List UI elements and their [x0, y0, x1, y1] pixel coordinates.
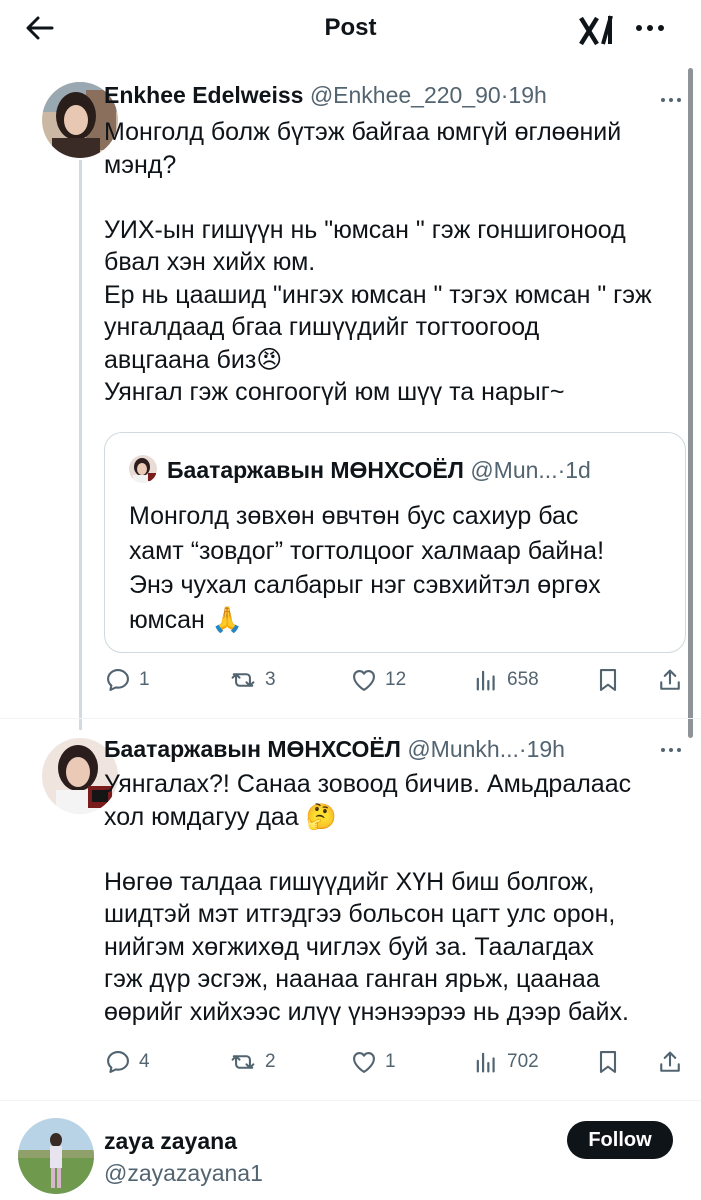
tweet-text: Уянгалах?! Санаа зовоод бичив. Амьдралаа… [104, 768, 688, 1028]
view-count: 702 [507, 1051, 539, 1072]
repost-button[interactable]: 3 [228, 660, 276, 700]
text-line [104, 181, 688, 214]
tweet-actions: 1 3 12 658 [104, 660, 686, 700]
text-line: Монголд болж бүтэж байгаа юмгүй өглөөний [104, 118, 622, 146]
avatar[interactable] [129, 455, 157, 483]
text-line: хол юмдагуу даа 🤔 [104, 802, 337, 831]
heart-icon [353, 1051, 375, 1073]
separator-dot: · [518, 736, 527, 762]
text-line: Уянгал гэж сонгоогүй юм шүү та нарыг~ [104, 378, 565, 406]
repost-count: 2 [265, 1051, 276, 1072]
text-line [104, 833, 688, 866]
text-line: Ер нь цаашид "ингэх юмсан " тэгэх юмсан … [104, 280, 652, 309]
quoted-text: Монголд зөвхөн өвчтөн бус сахиур бас хам… [129, 499, 669, 637]
like-button[interactable]: 1 [350, 1042, 396, 1082]
top-bar: Post [0, 0, 701, 58]
tweet-more-button[interactable] [655, 90, 687, 110]
suggested-user-name[interactable]: zaya zayana [104, 1128, 237, 1155]
text-line: Нөгөө талдаа гишүүдийг ХҮН биш болгож, [104, 867, 595, 896]
reply-icon [107, 669, 129, 691]
analytics-icon [476, 670, 495, 691]
repost-icon [231, 673, 255, 687]
view-count: 658 [507, 669, 539, 690]
more-horizontal-icon [661, 98, 681, 102]
avatar[interactable] [18, 1118, 94, 1194]
text-line: Монголд зөвхөн өвчтөн бус сахиур бас [129, 502, 579, 530]
text-line: мэнд? [104, 150, 177, 179]
views-button[interactable]: 702 [472, 1042, 539, 1082]
text-line: хамт “зовдог” тогтолцоог халмаар байна! [129, 536, 605, 565]
tweet-actions: 4 2 1 702 [104, 1042, 686, 1082]
more-horizontal-icon [661, 748, 681, 752]
author-handle: @Mun... [470, 457, 558, 483]
tweet-time[interactable]: 19h [508, 82, 546, 108]
reply-button[interactable]: 4 [104, 1042, 150, 1082]
bookmark-button[interactable] [594, 1042, 622, 1082]
text-line: шидтэй мэт итгэдгээ больсон цагт улс оро… [104, 900, 616, 928]
text-line: Энэ чухал салбарыг нэг сэвхийтэл өргөх [129, 571, 601, 599]
tweet-text: Монголд болж бүтэж байгаа юмгүй өглөөний… [104, 116, 688, 409]
text-line: бвал хэн хийх юм. [104, 248, 316, 276]
like-count: 1 [385, 1051, 396, 1072]
repost-icon [231, 1055, 255, 1069]
thread-connector-line [79, 160, 82, 730]
analytics-icon [476, 1052, 495, 1073]
xai-logo-icon [579, 15, 613, 46]
text-line: өөрийг хийхээс илүү үнэнээрээ нь дээр ба… [104, 997, 629, 1026]
share-button[interactable] [656, 1042, 684, 1082]
bookmark-icon [599, 669, 617, 691]
tweet-time[interactable]: 19h [527, 736, 565, 762]
tweet-more-button[interactable] [655, 740, 687, 760]
author-name: Баатаржавын МӨНХСОЁЛ [167, 457, 464, 483]
grok-button[interactable] [578, 12, 618, 48]
share-button[interactable] [656, 660, 684, 700]
reply-button[interactable]: 1 [104, 660, 150, 700]
reply-count: 4 [139, 1051, 150, 1072]
author-name[interactable]: Баатаржавын МӨНХСОЁЛ [104, 736, 401, 762]
repost-button[interactable]: 2 [228, 1042, 276, 1082]
tweet-author-line: Баатаржавын МӨНХСОЁЛ @Munkh...·19h [104, 736, 565, 763]
text-line: Уянгалах?! Санаа зовоод бичив. Амьдралаа… [104, 770, 632, 798]
text-line: юмсан 🙏 [129, 605, 243, 634]
more-horizontal-icon [636, 25, 664, 31]
views-button[interactable]: 658 [472, 660, 539, 700]
text-line: унгалдаад бгаа гишүүдийг тогтоогоод [104, 313, 540, 341]
tweet-time: 1d [565, 457, 591, 483]
scrollbar[interactable] [688, 68, 693, 738]
tweet-author-line: Enkhee Edelweiss @Enkhee_220_90·19h [104, 82, 547, 109]
quoted-tweet[interactable]: Баатаржавын МӨНХСОЁЛ @Mun...·1d Монголд … [104, 432, 686, 653]
divider [0, 718, 701, 719]
heart-icon [353, 669, 375, 691]
more-options-button[interactable] [632, 12, 668, 44]
follow-button[interactable]: Follow [567, 1121, 673, 1159]
reply-count: 1 [139, 669, 150, 690]
share-icon [660, 669, 680, 690]
text-line: УИХ-ын гишүүн нь "юмсан " гэж гоншигоноо… [104, 215, 626, 244]
bookmark-button[interactable] [594, 660, 622, 700]
repost-count: 3 [265, 669, 276, 690]
author-name[interactable]: Enkhee Edelweiss [104, 82, 303, 108]
back-button[interactable] [22, 10, 58, 46]
author-handle[interactable]: @Munkh... [407, 736, 519, 762]
text-line: нийгэм хөгжихөд чиглэх буй за. Таалагдах [104, 932, 594, 961]
like-button[interactable]: 12 [350, 660, 406, 700]
share-icon [660, 1051, 680, 1072]
divider [0, 1100, 701, 1101]
bookmark-icon [599, 1051, 617, 1073]
text-line: гэж дүр эсгэж, наанаа ганган ярьж, цаана… [104, 965, 600, 993]
quoted-author-line: Баатаржавын МӨНХСОЁЛ @Mun...·1d [167, 457, 591, 484]
reply-icon [107, 1051, 129, 1073]
like-count: 12 [385, 669, 407, 690]
text-line: авцгаана биз😠 [104, 345, 283, 374]
suggested-user-handle[interactable]: @zayazayana1 [104, 1160, 263, 1187]
arrow-left-icon [26, 16, 54, 40]
author-handle[interactable]: @Enkhee_220_90 [310, 82, 501, 108]
